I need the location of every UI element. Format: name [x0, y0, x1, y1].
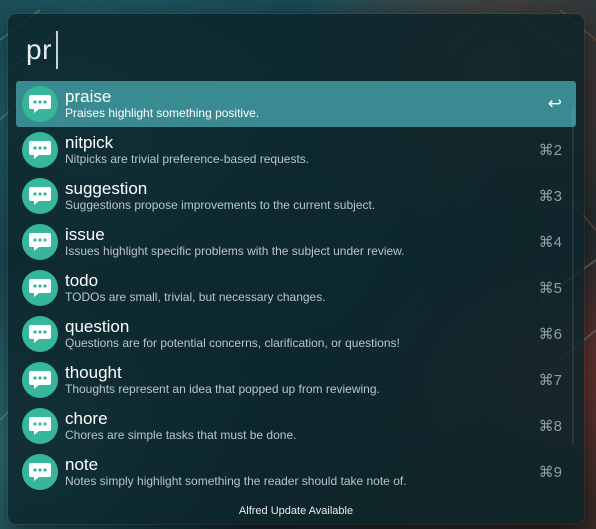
result-shortcut: ⌘3 — [538, 188, 562, 205]
result-shortcut: ⌘2 — [538, 142, 562, 159]
result-subtitle: Issues highlight specific problems with … — [65, 244, 405, 258]
result-row-todo[interactable]: todo TODOs are small, trivial, but neces… — [16, 265, 576, 311]
result-title: nitpick — [65, 133, 114, 152]
result-shortcut: ⌘7 — [538, 372, 562, 389]
result-title: note — [65, 455, 99, 474]
result-shortcut: ↩ — [547, 94, 562, 113]
speech-bubble-icon — [22, 132, 58, 168]
result-title: suggestion — [65, 179, 148, 198]
result-row-nitpick[interactable]: nitpick Nitpicks are trivial preference-… — [16, 127, 576, 173]
result-title: todo — [65, 271, 99, 290]
speech-bubble-icon — [22, 86, 58, 122]
result-row-thought[interactable]: thought Thoughts represent an idea that … — [16, 357, 576, 403]
result-row-issue[interactable]: issue Issues highlight specific problems… — [16, 219, 576, 265]
result-subtitle: Nitpicks are trivial preference-based re… — [65, 152, 310, 166]
speech-bubble-icon — [22, 270, 58, 306]
result-row-suggestion[interactable]: suggestion Suggestions propose improveme… — [16, 173, 576, 219]
result-row-note[interactable]: note Notes simply highlight something th… — [16, 449, 576, 495]
result-subtitle: Notes simply highlight something the rea… — [65, 474, 407, 488]
result-shortcut: ⌘5 — [538, 280, 562, 297]
result-texts: thought Thoughts represent an idea that … — [65, 363, 522, 397]
search-query[interactable]: pr — [26, 34, 52, 66]
text-caret — [55, 31, 58, 69]
result-texts: issue Issues highlight specific problems… — [65, 225, 522, 259]
result-subtitle: Praises highlight something positive. — [65, 106, 260, 120]
result-texts: suggestion Suggestions propose improveme… — [65, 179, 522, 213]
speech-bubble-icon — [22, 408, 58, 444]
result-texts: praise Praises highlight something posit… — [65, 87, 522, 121]
update-available-notice[interactable]: Alfred Update Available — [8, 505, 584, 517]
speech-bubble-icon — [22, 316, 58, 352]
speech-bubble-icon — [22, 178, 58, 214]
result-title: chore — [65, 409, 108, 428]
result-subtitle: TODOs are small, trivial, but necessary … — [65, 290, 326, 304]
result-title: thought — [65, 363, 122, 382]
result-texts: todo TODOs are small, trivial, but neces… — [65, 271, 522, 305]
results-list: praise Praises highlight something posit… — [16, 81, 576, 495]
speech-bubble-icon — [22, 224, 58, 260]
speech-bubble-icon — [22, 362, 58, 398]
result-title: praise — [65, 87, 112, 106]
result-row-question[interactable]: question Questions are for potential con… — [16, 311, 576, 357]
result-texts: question Questions are for potential con… — [65, 317, 522, 351]
alfred-window: pr praise Praises highlight something po… — [8, 14, 584, 524]
result-subtitle: Chores are simple tasks that must be don… — [65, 428, 297, 442]
result-subtitle: Questions are for potential concerns, cl… — [65, 336, 400, 350]
speech-bubble-icon — [22, 454, 58, 490]
result-shortcut: ⌘4 — [538, 234, 562, 251]
result-title: question — [65, 317, 130, 336]
result-title: issue — [65, 225, 105, 244]
result-subtitle: Suggestions propose improvements to the … — [65, 198, 376, 212]
scrollbar[interactable] — [572, 106, 574, 446]
result-shortcut: ⌘6 — [538, 326, 562, 343]
result-shortcut: ⌘9 — [538, 464, 562, 481]
result-texts: note Notes simply highlight something th… — [65, 455, 522, 489]
result-subtitle: Thoughts represent an idea that popped u… — [65, 382, 380, 396]
search-field[interactable]: pr — [26, 30, 58, 70]
result-texts: chore Chores are simple tasks that must … — [65, 409, 522, 443]
result-texts: nitpick Nitpicks are trivial preference-… — [65, 133, 522, 167]
result-shortcut: ⌘8 — [538, 418, 562, 435]
result-row-praise[interactable]: praise Praises highlight something posit… — [16, 81, 576, 127]
result-row-chore[interactable]: chore Chores are simple tasks that must … — [16, 403, 576, 449]
